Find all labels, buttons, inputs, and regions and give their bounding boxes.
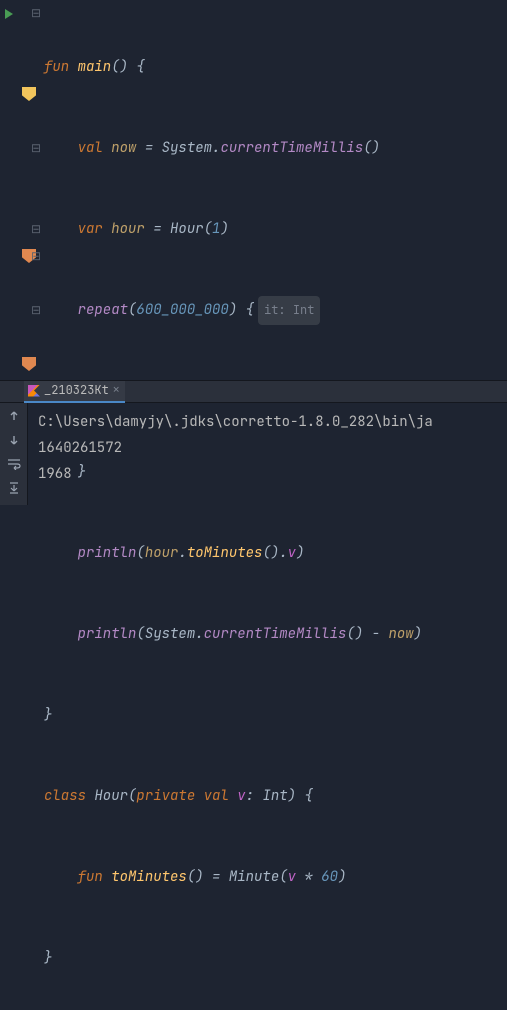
run-gutter-icon[interactable] [4,9,14,19]
run-tab-bar: _210323Kt ✕ [0,380,507,402]
run-toolbar [0,403,28,505]
kotlin-file-icon [28,385,40,397]
fold-close-icon[interactable]: ⊟ [30,135,42,162]
scroll-to-end-icon[interactable] [5,479,23,497]
inlay-hint: it: Int [258,296,320,325]
bookmark-marker-icon[interactable] [22,87,36,101]
code-area[interactable]: fun main() { val now = System.currentTim… [44,0,507,1010]
soft-wrap-icon[interactable] [5,455,23,473]
close-icon[interactable]: ✕ [113,377,120,404]
run-config-tab[interactable]: _210323Kt ✕ [24,381,125,403]
fold-open-icon[interactable]: ⊟ [30,243,42,270]
bookmark-marker-icon[interactable] [22,357,36,371]
fold-close-icon[interactable]: ⊟ [30,297,42,324]
arrow-down-icon[interactable] [5,431,23,449]
code-editor[interactable]: ⊟ ⊟ ⊟ ⊟ ⊟ fun main() { val now = System.… [0,0,507,380]
tab-label: _210323Kt [44,377,109,404]
arrow-up-icon[interactable] [5,407,23,425]
fold-open-icon[interactable]: ⊟ [30,0,42,27]
fold-close-icon[interactable]: ⊟ [30,216,42,243]
editor-gutter: ⊟ ⊟ ⊟ ⊟ ⊟ [0,0,44,380]
